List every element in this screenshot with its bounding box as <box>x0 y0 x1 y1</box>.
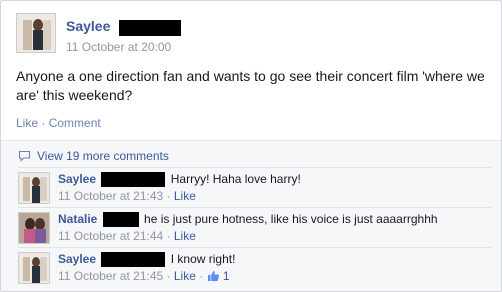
view-more-comments[interactable]: View 19 more comments <box>18 149 169 163</box>
comment-link[interactable]: Comment <box>49 116 101 130</box>
comment-like-link[interactable]: Like <box>174 229 196 243</box>
view-more-label: View 19 more comments <box>37 149 169 163</box>
comment-timestamp[interactable]: 11 October at 21:45 <box>58 269 163 283</box>
comment-item: Saylee I know right! 11 October at 21:45… <box>18 247 491 287</box>
comment-author[interactable]: Saylee <box>58 252 96 266</box>
redaction-box <box>101 252 166 268</box>
post-text: Anyone a one direction fan and wants to … <box>16 68 485 103</box>
meta-separator: · <box>163 189 174 203</box>
comment-text: he is just pure hotness, like his voice … <box>144 212 438 226</box>
post-actions: Like · Comment <box>16 116 101 130</box>
post-author-name[interactable]: Saylee <box>66 18 110 34</box>
comment-timestamp[interactable]: 11 October at 21:44 <box>58 229 163 243</box>
redaction-box <box>101 172 166 188</box>
comment-like-link[interactable]: Like <box>174 269 196 283</box>
comment-content: Saylee I know right! <box>58 252 236 268</box>
facebook-post-card: Saylee 11 October at 20:00 Anyone a one … <box>0 0 502 292</box>
comment-meta: 11 October at 21:45 · Like · 1 <box>58 269 230 283</box>
comment-bubble-icon <box>18 150 31 162</box>
comment-meta: 11 October at 21:43 · Like <box>58 189 196 203</box>
meta-separator: · <box>163 269 174 283</box>
comment-avatar[interactable] <box>18 172 50 204</box>
author-avatar[interactable] <box>16 13 56 53</box>
comments-area: View 19 more comments Saylee Harryy! Hah… <box>1 141 501 291</box>
meta-separator: · <box>163 229 174 243</box>
comment-author[interactable]: Natalie <box>58 212 97 226</box>
comment-item: Natalie he is just pure hotness, like hi… <box>18 207 491 247</box>
comment-text: Harryy! Haha love harry! <box>170 172 301 186</box>
comment-avatar[interactable] <box>18 252 50 284</box>
comment-item: Saylee Harryy! Haha love harry! 11 Octob… <box>18 167 491 207</box>
comment-author[interactable]: Saylee <box>58 172 96 186</box>
action-separator: · <box>38 116 49 130</box>
like-count[interactable]: 1 <box>223 269 230 283</box>
comment-text: I know right! <box>170 252 236 266</box>
meta-separator: · <box>195 269 207 283</box>
redaction-box <box>118 19 181 36</box>
comment-content: Saylee Harryy! Haha love harry! <box>58 172 301 188</box>
redaction-box <box>102 212 139 228</box>
thumbs-up-icon[interactable] <box>207 270 220 282</box>
post-header: Saylee 11 October at 20:00 <box>16 13 486 57</box>
comment-timestamp[interactable]: 11 October at 21:43 <box>58 189 163 203</box>
comment-content: Natalie he is just pure hotness, like hi… <box>58 212 438 228</box>
post-author-line: Saylee <box>66 18 181 36</box>
comment-avatar[interactable] <box>18 212 50 244</box>
comment-meta: 11 October at 21:44 · Like <box>58 229 196 243</box>
comment-like-link[interactable]: Like <box>174 189 196 203</box>
like-link[interactable]: Like <box>16 116 38 130</box>
post-timestamp[interactable]: 11 October at 20:00 <box>66 40 171 54</box>
